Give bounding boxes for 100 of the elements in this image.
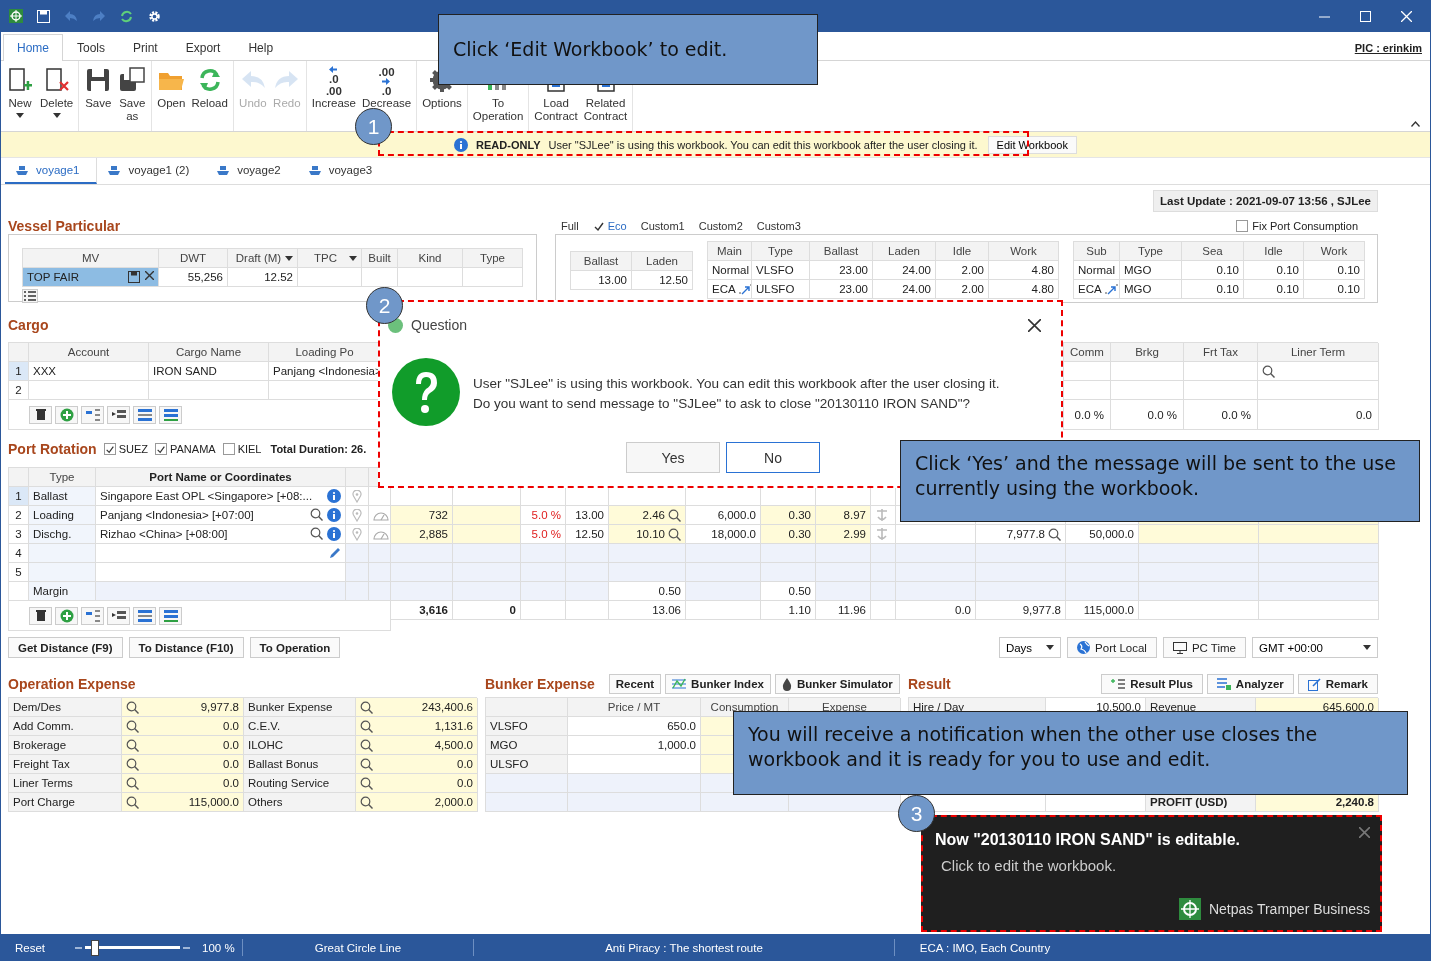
column-header[interactable]: Draft (M)	[228, 249, 298, 268]
table-cell: VLSFO	[752, 261, 810, 280]
cell-value: 7,977.8	[1006, 528, 1045, 540]
cell-value: 2,000.0	[434, 796, 473, 808]
reset-button[interactable]: Reset	[1, 941, 55, 954]
action-button[interactable]: To Operation	[249, 637, 341, 658]
table-cell: 13.06	[609, 601, 686, 620]
menu-tab[interactable]: Print	[119, 34, 172, 60]
edit-workbook-button[interactable]: Edit Workbook	[987, 135, 1077, 154]
step-badge: 2	[366, 287, 403, 324]
bunker-button[interactable]: Bunker Simulator	[774, 674, 900, 694]
timezone-dropdown[interactable]: GMT +00:00	[1251, 637, 1378, 658]
dialog-button[interactable]: No	[726, 442, 820, 473]
table-cell: 4.80	[989, 261, 1059, 280]
table-cell: 0.10	[1182, 280, 1244, 299]
section-title: Port Rotation	[8, 441, 97, 457]
table-cell: ULSFO	[752, 280, 810, 299]
column-header: Cargo Name	[149, 343, 269, 362]
result-button[interactable]: Remark	[1297, 674, 1378, 694]
table-cell: C.E.V.	[244, 717, 356, 736]
mode-tab[interactable]: Custom3	[756, 220, 801, 232]
table-cell: 8.97	[816, 506, 871, 525]
table-cell: 0.0 %	[1111, 400, 1184, 430]
table-cell: 0.0	[1258, 400, 1379, 430]
table-cell: 9,977.8	[976, 601, 1066, 620]
column-header[interactable]: TPC	[298, 249, 362, 268]
mode-tab[interactable]: Full	[561, 220, 579, 232]
table-cell: 0.10	[1244, 261, 1304, 280]
column-header: Laden	[873, 242, 936, 261]
port-local-button[interactable]: Port Local	[1067, 637, 1157, 658]
ribbon-button[interactable]: New	[3, 64, 37, 120]
document-tab[interactable]: voyage1 (2)	[97, 158, 207, 184]
cell-value: 115,000.0	[188, 796, 239, 808]
dialog-button[interactable]: Yes	[626, 442, 720, 473]
menu-tab[interactable]: Home	[3, 34, 63, 61]
menu-tab[interactable]: Help	[234, 34, 288, 60]
document-tab[interactable]: voyage3	[297, 158, 390, 184]
table-cell: Loading	[29, 506, 96, 525]
bunker-button[interactable]: Bunker Index	[665, 674, 771, 694]
mode-tab[interactable]: Custom2	[698, 220, 743, 232]
table-cell: Liner Terms	[9, 774, 122, 793]
ribbon-button[interactable]: Save	[81, 64, 116, 112]
decimal-icon: .0 .00	[325, 66, 342, 94]
unit-dropdown[interactable]: Days	[998, 637, 1062, 658]
action-button[interactable]: To Distance (F10)	[128, 637, 244, 658]
table-cell: 12.52	[228, 268, 298, 287]
table-cell: 12.50	[632, 271, 693, 290]
user-link[interactable]: PIC : erinkim	[1346, 42, 1430, 60]
column-header: Work	[989, 242, 1059, 261]
ribbon-button[interactable]: Open	[154, 64, 189, 112]
cell-value: 0.0	[223, 758, 239, 770]
column-header: Type	[752, 242, 810, 261]
column-header: Work	[1304, 242, 1365, 261]
table-cell: 0.30	[761, 525, 816, 544]
ribbon-button[interactable]: Reload	[188, 64, 231, 112]
cell-value: 0.0	[457, 777, 473, 789]
cell-value: 0.0	[223, 777, 239, 789]
mode-tab[interactable]: Eco	[592, 220, 627, 232]
table-cell: VLSFO	[486, 717, 568, 736]
table-cell: 0.10	[1182, 261, 1244, 280]
document-tab[interactable]: voyage1	[5, 158, 98, 184]
ribbon-button[interactable]: Delete	[37, 64, 77, 120]
cell-value: TOP FAIR	[27, 271, 79, 283]
menu-tab[interactable]: Export	[171, 34, 235, 60]
table-cell: Margin	[29, 582, 96, 601]
section-title: Bunker Expense	[485, 676, 595, 692]
result-button[interactable]: Analyzer	[1206, 674, 1294, 694]
action-button[interactable]: Get Distance (F9)	[8, 637, 123, 658]
table-cell: 0	[453, 601, 521, 620]
section-title: Vessel Particular	[8, 217, 122, 234]
table-cell: 2.99	[816, 525, 871, 544]
result-button[interactable]: Result Plus	[1101, 674, 1203, 694]
row-number: 2	[9, 506, 29, 525]
column-header: Brkg	[1111, 343, 1184, 362]
document-tab[interactable]: voyage2	[206, 158, 298, 184]
row-number: 5	[9, 563, 29, 582]
table-cell: 0.30	[761, 506, 816, 525]
table-cell: 2.00	[936, 261, 989, 280]
section-title: Result	[908, 676, 951, 692]
mode-tab[interactable]: Custom1	[640, 220, 685, 232]
ribbon-button[interactable]: Save as	[115, 64, 150, 125]
column-header: Built	[362, 249, 398, 268]
column-header: Loading Po	[269, 343, 381, 362]
column-header: Comm	[1064, 343, 1111, 362]
column-header: Type	[1120, 242, 1182, 261]
table-cell: Dem/Des	[9, 698, 122, 717]
header-label: Draft (M)	[235, 252, 282, 264]
table-cell: 55,256	[159, 268, 228, 287]
table-cell: Ballast	[29, 487, 96, 506]
pc-time-button[interactable]: PC Time	[1162, 637, 1246, 658]
column-header: Type	[463, 249, 523, 268]
menu-tab[interactable]: Tools	[63, 34, 120, 60]
table-cell: 23.00	[810, 280, 873, 299]
table-cell: Normal	[1074, 261, 1120, 280]
notification-toast[interactable]: Now "20130110 IRON SAND" is editable. Click to edit the workbook. Netpas Tramper Business	[921, 815, 1382, 932]
table-cell: Dischg.	[29, 525, 96, 544]
dialog-message: Do you want to send message to "SJLee" to ask to close "20130110 IRON SAND"?	[473, 395, 971, 413]
column-header: DWT	[159, 249, 228, 268]
column-header: Price / MT	[568, 698, 701, 717]
bunker-button[interactable]: Recent	[608, 674, 662, 694]
